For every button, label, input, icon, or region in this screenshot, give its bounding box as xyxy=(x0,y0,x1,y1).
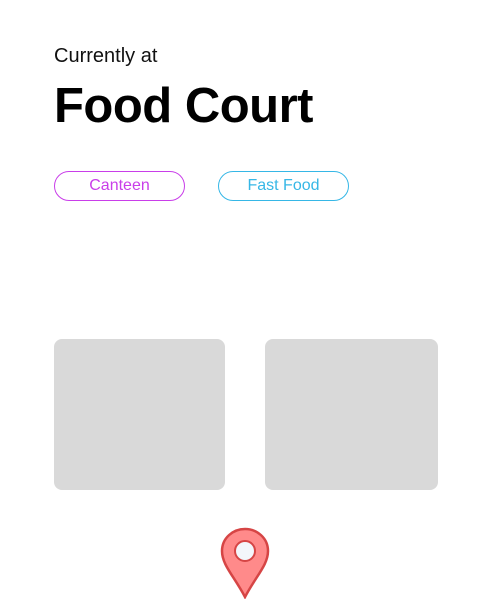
location-pin-shape xyxy=(220,527,270,599)
location-pin-icon[interactable] xyxy=(220,527,270,599)
canteen-filter-chip[interactable]: Canteen xyxy=(54,171,185,201)
location-pin-center xyxy=(234,540,256,562)
food-court-screen: Currently at Food Court Canteen Fast Foo… xyxy=(0,0,490,599)
food-card[interactable] xyxy=(54,339,225,490)
fast-food-filter-chip[interactable]: Fast Food xyxy=(218,171,349,201)
food-card[interactable] xyxy=(265,339,438,490)
location-subtitle: Currently at xyxy=(54,45,158,67)
page-title: Food Court xyxy=(54,79,313,133)
